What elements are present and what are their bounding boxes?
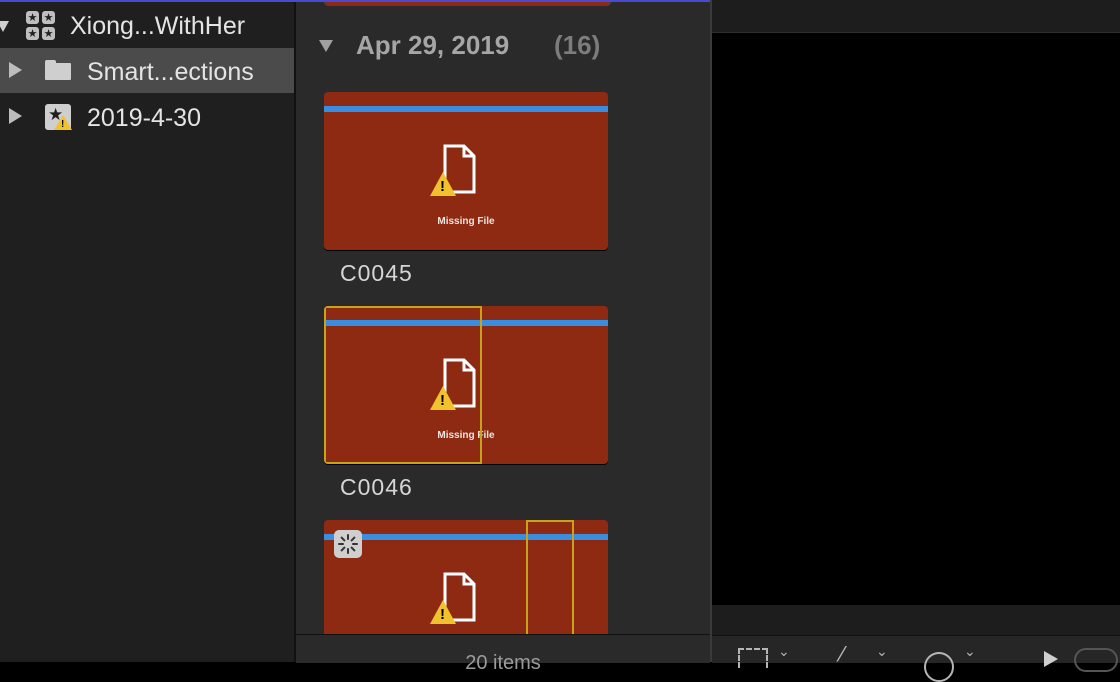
timecode-display[interactable] xyxy=(1074,648,1118,672)
window-accent-line xyxy=(0,0,710,2)
sidebar-item-library[interactable]: ★ ★ ★ ★ Xiong...WithHer xyxy=(0,4,294,49)
clip-name[interactable]: C0045 xyxy=(340,260,413,287)
group-date-heading: Apr 29, 2019 xyxy=(356,30,510,60)
loading-spinner-icon xyxy=(334,530,362,558)
speed-gauge-icon[interactable] xyxy=(924,652,954,682)
sidebar: ★ ★ ★ ★ Xiong...WithHer Smart...ections ★ … xyxy=(0,0,294,662)
chevron-down-icon[interactable]: ⌄ xyxy=(964,644,976,660)
warning-icon: ! xyxy=(430,600,456,624)
viewer-canvas[interactable] xyxy=(712,33,1120,605)
item-count-label: 20 items xyxy=(465,652,541,674)
audio-bar xyxy=(324,106,608,112)
disclosure-triangle-collapsed-icon[interactable] xyxy=(9,108,22,124)
missing-file-label: Missing File xyxy=(437,216,495,227)
disclosure-triangle-expanded-icon[interactable] xyxy=(0,21,9,32)
selection-range[interactable] xyxy=(324,306,482,464)
chevron-down-icon[interactable]: ⌄ xyxy=(778,644,790,660)
viewer-toolbar: ⌄ ⁄ ⌄ ⌄ xyxy=(712,635,1120,682)
sidebar-item-event[interactable]: ★ ! 2019-4-30 xyxy=(0,94,294,139)
viewer-header xyxy=(712,0,1120,33)
clip-thumbnail[interactable]: ! Missing File xyxy=(324,92,608,250)
skimmer-range[interactable] xyxy=(526,520,574,634)
magic-wand-icon[interactable]: ⁄ xyxy=(840,642,843,666)
transform-icon[interactable] xyxy=(738,648,768,668)
clip-name[interactable]: C0046 xyxy=(340,474,413,501)
chevron-down-icon[interactable]: ⌄ xyxy=(876,644,888,660)
folder-icon xyxy=(45,60,71,80)
browser-pane: Apr 29, 2019 (16) ! Missing File C0045 !… xyxy=(296,0,710,634)
event-warning-icon: ★ ! xyxy=(45,104,72,130)
sidebar-item-smart-collections[interactable]: Smart...ections xyxy=(0,48,294,93)
clip-thumbnail[interactable]: ! xyxy=(324,520,608,634)
warning-icon: ! xyxy=(430,172,456,196)
sidebar-item-label: 2019-4-30 xyxy=(87,104,201,132)
library-icon: ★ ★ ★ ★ xyxy=(26,11,55,40)
clip-thumbnail[interactable]: ! Missing File xyxy=(324,306,608,464)
sidebar-item-label: Smart...ections xyxy=(87,58,254,86)
group-disclosure-icon[interactable] xyxy=(319,40,333,52)
group-count: (16) xyxy=(554,30,601,60)
viewer-footer xyxy=(712,605,1120,635)
disclosure-triangle-collapsed-icon[interactable] xyxy=(9,62,22,78)
browser-footer: 20 items xyxy=(296,634,710,674)
play-icon[interactable] xyxy=(1044,651,1058,667)
library-label: Xiong...WithHer xyxy=(70,12,246,40)
